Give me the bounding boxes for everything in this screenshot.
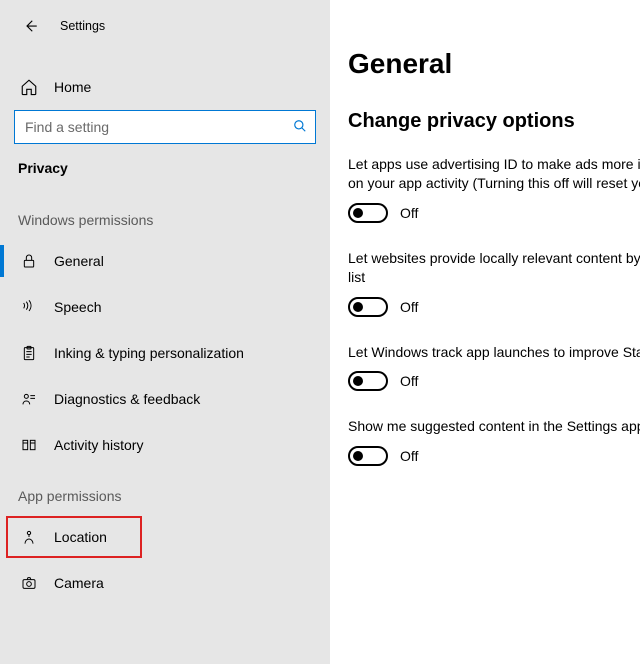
toggle-state-label: Off [400, 205, 418, 221]
sidebar-item-diagnostics[interactable]: Diagnostics & feedback [0, 376, 330, 422]
feedback-icon [18, 391, 40, 407]
history-icon [18, 437, 40, 453]
active-section-label: Privacy [0, 160, 330, 192]
search-input[interactable] [25, 119, 293, 135]
home-label: Home [54, 79, 91, 95]
setting-desc: Let websites provide locally relevant co… [348, 249, 640, 287]
home-icon [18, 78, 40, 96]
setting-track-launches: Let Windows track app launches to improv… [348, 343, 640, 392]
lock-icon [18, 253, 40, 269]
back-button[interactable] [18, 14, 42, 38]
sidebar-top: Settings [0, 0, 330, 46]
setting-desc: Let Windows track app launches to improv… [348, 343, 640, 362]
toggle-state-label: Off [400, 373, 418, 389]
sidebar-item-label: Activity history [54, 437, 143, 453]
sidebar-item-camera[interactable]: Camera [0, 560, 330, 606]
sidebar-item-label: Inking & typing personalization [54, 345, 244, 361]
setting-desc: Show me suggested content in the Setting… [348, 417, 640, 436]
camera-icon [18, 575, 40, 591]
location-icon [18, 529, 40, 545]
setting-language-list: Let websites provide locally relevant co… [348, 249, 640, 317]
setting-advertising-id: Let apps use advertising ID to make ads … [348, 155, 640, 223]
speech-icon [18, 299, 40, 315]
sidebar-item-general[interactable]: General [0, 238, 330, 284]
toggle-language-list[interactable] [348, 297, 388, 317]
page-title: General [348, 48, 640, 80]
sidebar-item-label: Speech [54, 299, 101, 315]
sidebar-item-label: Location [54, 529, 107, 545]
toggle-state-label: Off [400, 299, 418, 315]
page-subtitle: Change privacy options [348, 110, 640, 133]
search-icon [293, 119, 307, 136]
sidebar-item-label: Diagnostics & feedback [54, 391, 200, 407]
sidebar: Settings Home Privacy Windows permission… [0, 0, 330, 664]
sidebar-item-label: General [54, 253, 104, 269]
app-title: Settings [60, 19, 105, 33]
group-header-app-permissions: App permissions [0, 468, 330, 514]
clipboard-icon [18, 345, 40, 361]
search-wrap [14, 110, 316, 144]
toggle-track-launches[interactable] [348, 371, 388, 391]
back-arrow-icon [21, 17, 39, 35]
group-header-windows-permissions: Windows permissions [0, 192, 330, 238]
search-box[interactable] [14, 110, 316, 144]
sidebar-item-inking[interactable]: Inking & typing personalization [0, 330, 330, 376]
sidebar-item-label: Camera [54, 575, 104, 591]
toggle-advertising-id[interactable] [348, 203, 388, 223]
sidebar-item-activity[interactable]: Activity history [0, 422, 330, 468]
main-content: General Change privacy options Let apps … [330, 0, 640, 664]
sidebar-item-speech[interactable]: Speech [0, 284, 330, 330]
setting-desc: Let apps use advertising ID to make ads … [348, 155, 640, 193]
setting-suggested-content: Show me suggested content in the Setting… [348, 417, 640, 466]
toggle-suggested-content[interactable] [348, 446, 388, 466]
sidebar-item-location[interactable]: Location [0, 514, 330, 560]
toggle-state-label: Off [400, 448, 418, 464]
sidebar-item-home[interactable]: Home [0, 66, 330, 110]
